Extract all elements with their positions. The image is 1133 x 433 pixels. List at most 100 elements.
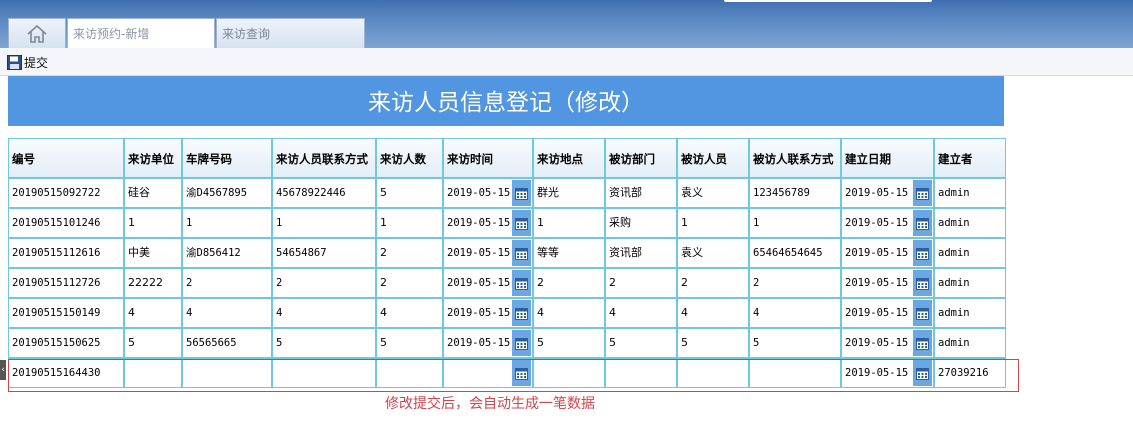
- calendar-icon[interactable]: [913, 210, 932, 236]
- cell-value: 4: [380, 306, 387, 319]
- cell-value: 5: [609, 336, 616, 349]
- cell-creator[interactable]: admin: [934, 298, 1006, 328]
- calendar-icon[interactable]: [512, 330, 531, 356]
- cell-value: 20190515101246: [12, 217, 101, 229]
- collapse-arrow-icon[interactable]: ‹: [0, 360, 6, 380]
- cell-created-date[interactable]: 2019-05-15: [841, 208, 934, 238]
- cell-visitor-count[interactable]: 4: [376, 298, 443, 328]
- cell-plate-number[interactable]: 渝D4567895: [182, 178, 272, 208]
- cell-visitor-phone[interactable]: 4: [272, 298, 376, 328]
- cell-visit-location[interactable]: 等等: [533, 238, 605, 268]
- search-box[interactable]: [724, 0, 932, 2]
- cell-creator[interactable]: admin: [934, 328, 1006, 358]
- cell-plate-number[interactable]: 4: [182, 298, 272, 328]
- cell-visitor-company[interactable]: 硅谷: [124, 178, 182, 208]
- cell-host-person[interactable]: 袁义: [677, 178, 749, 208]
- home-icon: [27, 24, 47, 43]
- cell-host-person[interactable]: 袁义: [677, 238, 749, 268]
- calendar-icon[interactable]: [512, 240, 531, 266]
- cell-host-person[interactable]: 5: [677, 328, 749, 358]
- table-row: 20190515112726 22222 2 2 2 2019-05-15 2 2 2 2 2019…: [8, 268, 1006, 298]
- cell-visit-location[interactable]: 5: [533, 328, 605, 358]
- calendar-icon[interactable]: [913, 300, 932, 326]
- cell-visit-time[interactable]: 2019-05-15: [443, 268, 533, 298]
- cell-visitor-count[interactable]: 2: [376, 238, 443, 268]
- calendar-icon[interactable]: [913, 270, 932, 296]
- cell-created-date[interactable]: 2019-05-15: [841, 238, 934, 268]
- calendar-icon[interactable]: [512, 180, 531, 206]
- cell-creator[interactable]: admin: [934, 178, 1006, 208]
- cell-creator[interactable]: admin: [934, 208, 1006, 238]
- cell-host-person[interactable]: 2: [677, 268, 749, 298]
- cell-visitor-company[interactable]: 4: [124, 298, 182, 328]
- cell-created-date[interactable]: 2019-05-15: [841, 298, 934, 328]
- calendar-icon[interactable]: [913, 180, 932, 206]
- cell-plate-number[interactable]: 渝D856412: [182, 238, 272, 268]
- cell-creator[interactable]: admin: [934, 268, 1006, 298]
- cell-visitor-phone[interactable]: 54654867: [272, 238, 376, 268]
- calendar-icon[interactable]: [913, 240, 932, 266]
- cell-host-phone[interactable]: 123456789: [749, 178, 841, 208]
- cell-visitor-count[interactable]: 5: [376, 178, 443, 208]
- cell-visitor-phone[interactable]: 45678922446: [272, 178, 376, 208]
- tab-label: 来访预约-新增: [73, 27, 150, 41]
- cell-visitor-company[interactable]: 22222: [124, 268, 182, 298]
- calendar-icon[interactable]: [512, 210, 531, 236]
- cell-value: 2019-05-15: [447, 217, 511, 229]
- cell-host-phone[interactable]: 2: [749, 268, 841, 298]
- cell-visitor-company[interactable]: 1: [124, 208, 182, 238]
- cell-visit-location[interactable]: 群光: [533, 178, 605, 208]
- cell-value: 4: [276, 307, 283, 319]
- cell-host-dept[interactable]: 2: [605, 268, 677, 298]
- cell-visit-location[interactable]: 4: [533, 298, 605, 328]
- cell-plate-number[interactable]: 56565665: [182, 328, 272, 358]
- cell-visitor-count[interactable]: 5: [376, 328, 443, 358]
- cell-visitor-phone[interactable]: 2: [272, 268, 376, 298]
- cell-visitor-phone[interactable]: 1: [272, 208, 376, 238]
- cell-host-dept[interactable]: 采购: [605, 208, 677, 238]
- tab-visit-query[interactable]: 来访查询: [216, 18, 365, 48]
- cell-host-dept[interactable]: 资讯部: [605, 178, 677, 208]
- cell-visit-location[interactable]: 1: [533, 208, 605, 238]
- form-title: 来访人员信息登记（修改）: [8, 76, 1004, 126]
- cell-visitor-phone[interactable]: 5: [272, 328, 376, 358]
- cell-host-dept[interactable]: 5: [605, 328, 677, 358]
- cell-visit-time[interactable]: 2019-05-15: [443, 328, 533, 358]
- calendar-icon[interactable]: [512, 270, 531, 296]
- cell-host-phone[interactable]: 1: [749, 208, 841, 238]
- cell-created-date[interactable]: 2019-05-15: [841, 328, 934, 358]
- calendar-icon[interactable]: [913, 330, 932, 356]
- cell-value: 资讯部: [609, 186, 642, 199]
- cell-host-dept[interactable]: 资讯部: [605, 238, 677, 268]
- cell-created-date[interactable]: 2019-05-15: [841, 178, 934, 208]
- tab-home[interactable]: [8, 18, 66, 48]
- tab-visit-booking-new[interactable]: 来访预约-新增: [67, 18, 215, 48]
- cell-value: 4: [186, 307, 193, 319]
- cell-host-phone[interactable]: 65464654645: [749, 238, 841, 268]
- cell-plate-number[interactable]: 1: [182, 208, 272, 238]
- cell-visitor-company[interactable]: 5: [124, 328, 182, 358]
- cell-visit-location[interactable]: 2: [533, 268, 605, 298]
- cell-value: admin: [938, 277, 970, 289]
- cell-host-person[interactable]: 4: [677, 298, 749, 328]
- calendar-icon[interactable]: [512, 300, 531, 326]
- cell-visit-time[interactable]: 2019-05-15: [443, 238, 533, 268]
- cell-visit-time[interactable]: 2019-05-15: [443, 178, 533, 208]
- cell-visitor-count[interactable]: 2: [376, 268, 443, 298]
- cell-created-date[interactable]: 2019-05-15: [841, 268, 934, 298]
- submit-button[interactable]: 提交: [7, 54, 48, 70]
- cell-host-dept[interactable]: 4: [605, 298, 677, 328]
- cell-value: 20190515150149: [12, 307, 101, 319]
- cell-host-phone[interactable]: 5: [749, 328, 841, 358]
- cell-plate-number[interactable]: 2: [182, 268, 272, 298]
- cell-visit-time[interactable]: 2019-05-15: [443, 298, 533, 328]
- cell-visitor-count[interactable]: 1: [376, 208, 443, 238]
- cell-host-person[interactable]: 1: [677, 208, 749, 238]
- cell-visitor-company[interactable]: 中美: [124, 238, 182, 268]
- cell-visit-time[interactable]: 2019-05-15: [443, 208, 533, 238]
- table-header: 编号 来访单位 车牌号码 来访人员联系方式 来访人数 来访时间 来访地点 被访部门 被访人员 被访…: [8, 138, 1006, 178]
- cell-value: 2019-05-15: [845, 187, 909, 199]
- cell-value: 群光: [537, 186, 559, 199]
- cell-host-phone[interactable]: 4: [749, 298, 841, 328]
- cell-creator[interactable]: admin: [934, 238, 1006, 268]
